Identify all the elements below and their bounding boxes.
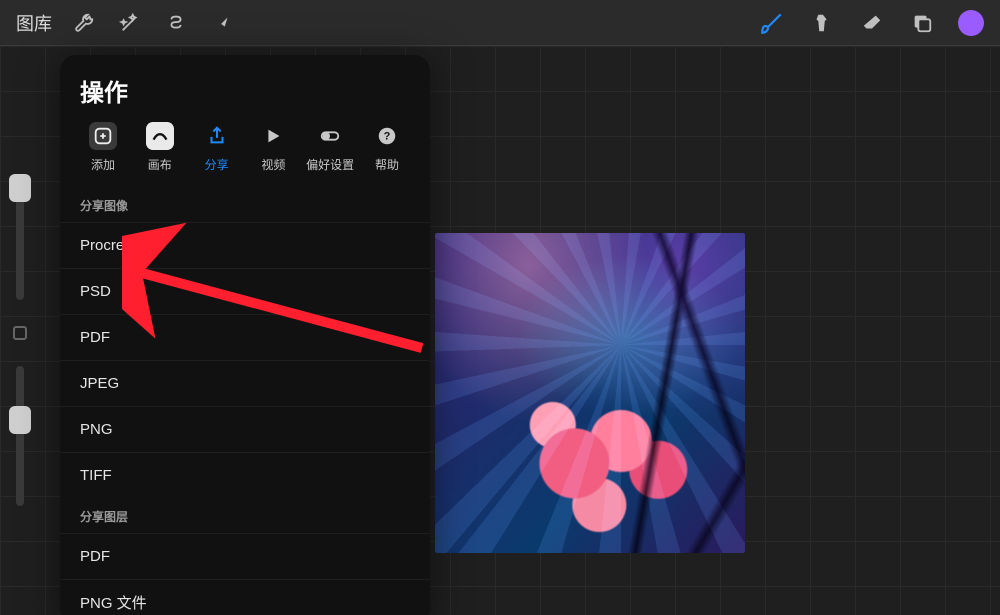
app-root: 图库 bbox=[0, 0, 1000, 615]
brush-opacity-knob[interactable] bbox=[9, 406, 31, 434]
selection-s-icon[interactable] bbox=[162, 9, 190, 37]
modify-button[interactable] bbox=[13, 326, 27, 340]
layers-icon[interactable] bbox=[908, 9, 936, 37]
format-procreate[interactable]: Procreate bbox=[60, 222, 430, 268]
format-tiff[interactable]: TIFF bbox=[60, 452, 430, 498]
canvas-icon bbox=[146, 122, 174, 150]
format-layer-png-files[interactable]: PNG 文件 bbox=[60, 579, 430, 615]
svg-text:?: ? bbox=[384, 131, 391, 143]
tab-add-label: 添加 bbox=[91, 156, 115, 173]
color-swatch[interactable] bbox=[958, 10, 984, 36]
tab-preferences[interactable]: 偏好设置 bbox=[305, 122, 355, 173]
top-toolbar: 图库 bbox=[0, 0, 1000, 46]
toolbar-left-group: 图库 bbox=[16, 9, 236, 37]
toggle-icon bbox=[316, 122, 344, 150]
panel-title: 操作 bbox=[60, 55, 430, 122]
tab-video[interactable]: 视频 bbox=[248, 122, 298, 173]
tab-canvas-label: 画布 bbox=[148, 156, 172, 173]
brush-size-slider[interactable] bbox=[16, 180, 24, 300]
tab-share-label: 分享 bbox=[205, 156, 229, 173]
help-icon: ? bbox=[373, 122, 401, 150]
format-png[interactable]: PNG bbox=[60, 406, 430, 452]
tab-video-label: 视频 bbox=[261, 156, 285, 173]
tab-help-label: 帮助 bbox=[375, 156, 399, 173]
add-icon bbox=[89, 122, 117, 150]
toolbar-right-group bbox=[758, 9, 984, 37]
format-psd[interactable]: PSD bbox=[60, 268, 430, 314]
tab-add[interactable]: 添加 bbox=[78, 122, 128, 173]
brush-icon[interactable] bbox=[758, 9, 786, 37]
tab-canvas[interactable]: 画布 bbox=[135, 122, 185, 173]
video-icon bbox=[259, 122, 287, 150]
share-layers-section-label: 分享图层 bbox=[60, 498, 430, 533]
tab-share[interactable]: 分享 bbox=[192, 122, 242, 173]
transform-arrow-icon[interactable] bbox=[208, 9, 236, 37]
smudge-icon[interactable] bbox=[808, 9, 836, 37]
actions-panel: 操作 添加 画布 分享 视频 偏好设置 ? bbox=[60, 55, 430, 615]
format-jpeg[interactable]: JPEG bbox=[60, 360, 430, 406]
eraser-icon[interactable] bbox=[858, 9, 886, 37]
tab-help[interactable]: ? 帮助 bbox=[362, 122, 412, 173]
brush-opacity-slider[interactable] bbox=[16, 366, 24, 506]
gallery-button[interactable]: 图库 bbox=[16, 10, 52, 36]
brush-size-knob[interactable] bbox=[9, 174, 31, 202]
wrench-icon[interactable] bbox=[70, 9, 98, 37]
tab-preferences-label: 偏好设置 bbox=[306, 156, 354, 173]
format-pdf[interactable]: PDF bbox=[60, 314, 430, 360]
format-layer-pdf[interactable]: PDF bbox=[60, 533, 430, 579]
share-icon bbox=[203, 122, 231, 150]
artwork-thumbnail[interactable] bbox=[435, 233, 745, 553]
magic-wand-icon[interactable] bbox=[116, 9, 144, 37]
share-image-section-label: 分享图像 bbox=[60, 187, 430, 222]
side-sliders bbox=[6, 180, 34, 600]
action-tabs: 添加 画布 分享 视频 偏好设置 ? 帮助 bbox=[60, 122, 430, 187]
